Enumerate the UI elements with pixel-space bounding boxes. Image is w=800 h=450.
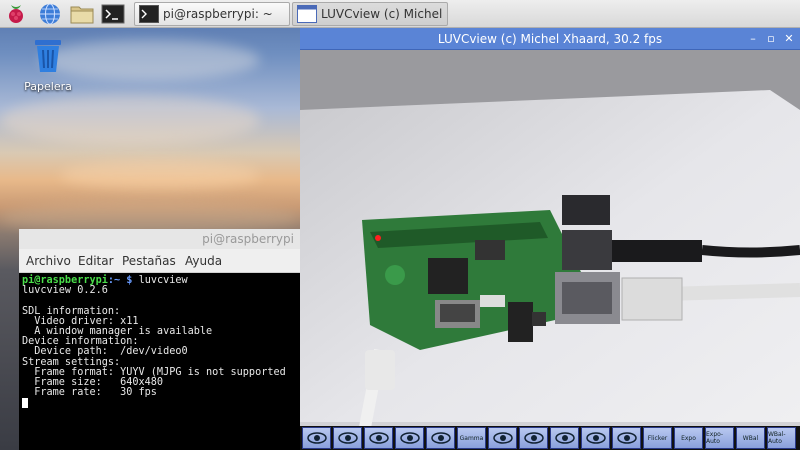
terminal-output[interactable]: pi@raspberrypi:~ $ luvcview luvcview 0.2… xyxy=(19,273,300,450)
control-icon xyxy=(368,432,389,444)
control-icon xyxy=(616,432,637,444)
control-icon xyxy=(337,432,358,444)
control-button[interactable] xyxy=(488,427,517,449)
window-icon xyxy=(297,5,317,23)
control-button[interactable]: WBal xyxy=(736,427,765,449)
taskbar: pi@raspberrypi: ~ LUVCview (c) Michel ..… xyxy=(0,0,800,28)
menu-ayuda[interactable]: Ayuda xyxy=(185,254,222,268)
terminal-command: luvcview xyxy=(138,275,188,286)
trash-desktop-icon[interactable]: Papelera xyxy=(18,38,78,93)
control-button[interactable]: WBal-Auto xyxy=(767,427,796,449)
terminal-window: pi@raspberrypi Archivo Editar Pestañas A… xyxy=(19,229,300,450)
taskbar-task-luvcview[interactable]: LUVCview (c) Michel ... xyxy=(292,2,448,26)
raspberry-menu-icon[interactable] xyxy=(4,2,28,26)
control-button[interactable] xyxy=(395,427,424,449)
maximize-button[interactable]: ▫ xyxy=(764,32,778,46)
terminal-icon xyxy=(139,5,159,23)
control-button[interactable]: Gamma xyxy=(457,427,486,449)
control-icon xyxy=(399,432,420,444)
minimize-button[interactable]: – xyxy=(746,32,760,46)
raspberry-pi-board-image xyxy=(300,50,800,450)
taskbar-task-label: LUVCview (c) Michel ... xyxy=(321,7,448,21)
menu-archivo[interactable]: Archivo xyxy=(26,254,71,268)
control-button[interactable] xyxy=(581,427,610,449)
web-browser-icon[interactable] xyxy=(38,2,62,26)
terminal-cursor xyxy=(22,398,28,409)
luvcview-window: LUVCview (c) Michel Xhaard, 30.2 fps – ▫… xyxy=(300,28,800,450)
control-button[interactable] xyxy=(426,427,455,449)
control-icon xyxy=(554,432,575,444)
control-button[interactable]: Expo xyxy=(674,427,703,449)
control-icon xyxy=(492,432,513,444)
control-button[interactable]: Expo-Auto xyxy=(705,427,734,449)
close-button[interactable]: ✕ xyxy=(782,32,796,46)
control-button[interactable] xyxy=(550,427,579,449)
luvcview-titlebar[interactable]: LUVCview (c) Michel Xhaard, 30.2 fps – ▫… xyxy=(300,28,800,50)
taskbar-task-label: pi@raspberrypi: ~ xyxy=(163,7,273,21)
control-button[interactable] xyxy=(612,427,641,449)
control-button[interactable] xyxy=(302,427,331,449)
terminal-titlebar[interactable]: pi@raspberrypi xyxy=(19,229,300,249)
luvcview-title: LUVCview (c) Michel Xhaard, 30.2 fps xyxy=(437,32,663,46)
taskbar-task-terminal[interactable]: pi@raspberrypi: ~ xyxy=(134,2,290,26)
terminal-launcher-icon[interactable] xyxy=(101,2,125,26)
camera-video-feed xyxy=(300,50,800,450)
menu-editar[interactable]: Editar xyxy=(78,254,114,268)
file-manager-icon[interactable] xyxy=(70,2,94,26)
terminal-line: Frame rate: 30 fps xyxy=(22,387,157,399)
control-button[interactable] xyxy=(519,427,548,449)
terminal-title: pi@raspberrypi xyxy=(202,232,294,246)
trash-icon xyxy=(35,40,61,72)
control-button[interactable] xyxy=(333,427,362,449)
terminal-line: luvcview 0.2.6 xyxy=(22,285,108,297)
control-icon xyxy=(523,432,544,444)
menu-pestanas[interactable]: Pestañas xyxy=(122,254,176,268)
terminal-menubar: Archivo Editar Pestañas Ayuda xyxy=(19,249,300,273)
control-icon xyxy=(430,432,451,444)
control-button[interactable]: Flicker xyxy=(643,427,672,449)
luvcview-toolbar: Gamma Flicker Expo Expo-Auto WBal WBal-Auto xyxy=(300,426,800,450)
control-button[interactable] xyxy=(364,427,393,449)
control-icon xyxy=(306,432,327,444)
control-icon xyxy=(585,432,606,444)
trash-label: Papelera xyxy=(24,80,72,93)
